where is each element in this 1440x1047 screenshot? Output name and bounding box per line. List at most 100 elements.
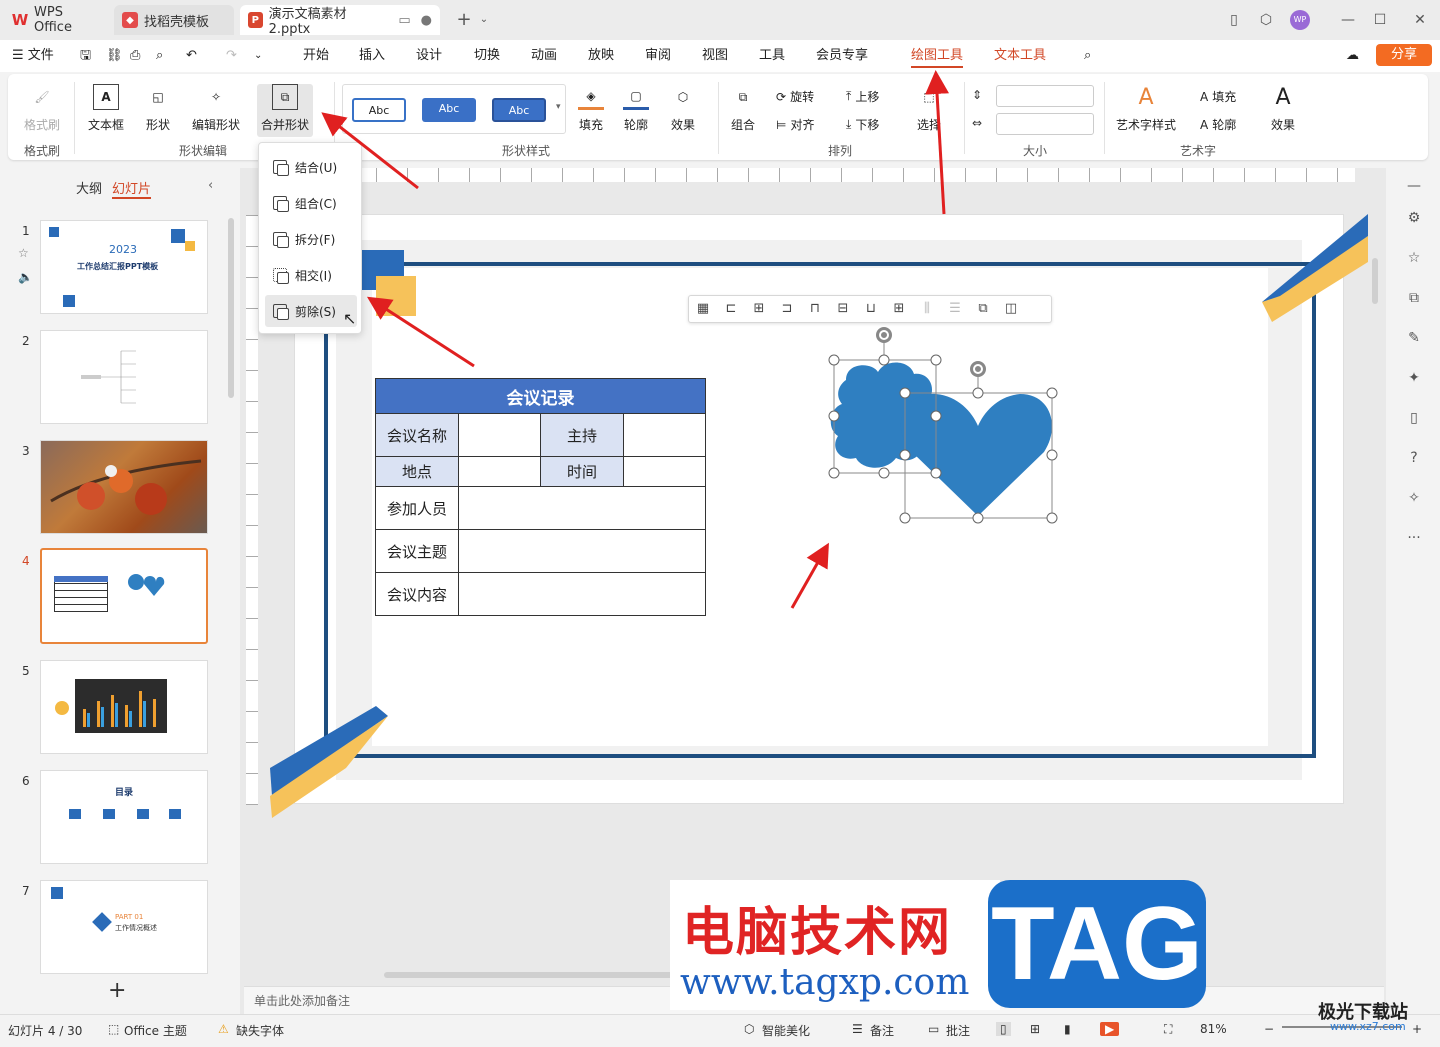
menu-item-fragment[interactable]: 拆分(F): [265, 223, 357, 255]
table-cell[interactable]: 会议名称: [375, 413, 459, 457]
move-up-button[interactable]: ⤒ 上移: [846, 88, 879, 105]
table-cell[interactable]: 参加人员: [375, 486, 459, 530]
book-icon[interactable]: ▯: [1404, 408, 1424, 428]
more-layout-icon[interactable]: ◫: [1001, 300, 1021, 318]
table-cell[interactable]: [458, 529, 706, 573]
align-right-icon[interactable]: ⊐: [777, 300, 797, 318]
slide-thumbnail-4[interactable]: [40, 548, 208, 644]
theme-name[interactable]: Office 主题: [124, 1022, 187, 1039]
play-icon[interactable]: ▶: [1100, 1022, 1120, 1036]
table-cell[interactable]: 主持: [540, 413, 624, 457]
save-icon[interactable]: 🖫: [80, 46, 91, 68]
align-menu-icon[interactable]: ▦: [693, 300, 713, 318]
table-cell[interactable]: [458, 413, 541, 457]
new-tab-button[interactable]: +: [454, 10, 474, 30]
design-icon[interactable]: ✎: [1404, 328, 1424, 348]
missing-font[interactable]: 缺失字体: [236, 1022, 284, 1039]
table-cell[interactable]: [623, 413, 706, 457]
undo-icon[interactable]: ↶: [186, 46, 197, 68]
tab-template[interactable]: ◆ 找稻壳模板: [114, 5, 234, 35]
slide-thumbnail-3[interactable]: [40, 440, 208, 534]
menu-item-intersect[interactable]: 相交(I): [265, 259, 357, 291]
distribute-grid-icon[interactable]: ⊞: [889, 300, 909, 318]
collapse-panel-icon[interactable]: ‹: [208, 178, 213, 193]
align-button[interactable]: ⊨ 对齐: [776, 116, 814, 133]
panel-scrollbar[interactable]: [228, 218, 234, 398]
table-title[interactable]: 会议记录: [375, 378, 706, 414]
style-sample-fill-dark[interactable]: Abc: [492, 98, 546, 122]
edit-shape-button[interactable]: ✧ 编辑形状: [192, 84, 240, 133]
align-bottom-icon[interactable]: ⊔: [861, 300, 881, 318]
tab-outline[interactable]: 大纲: [76, 178, 102, 197]
star-icon[interactable]: ☆: [18, 246, 29, 260]
cloud-icon[interactable]: ☁: [1346, 46, 1359, 68]
slide-sorter-icon[interactable]: ⊞: [1030, 1022, 1040, 1036]
menu-home[interactable]: 开始: [303, 46, 329, 68]
group-icon[interactable]: ⧉: [973, 300, 993, 318]
slide-thumbnail-6[interactable]: 目录: [40, 770, 208, 864]
fit-window-icon[interactable]: ⛶: [1164, 1022, 1172, 1037]
menu-insert[interactable]: 插入: [359, 46, 385, 68]
more-icon[interactable]: ···: [1404, 528, 1424, 548]
zoom-level[interactable]: 81%: [1200, 1022, 1227, 1036]
close-icon[interactable]: ✕: [1410, 10, 1430, 30]
align-top-icon[interactable]: ⊓: [805, 300, 825, 318]
menu-view[interactable]: 视图: [702, 46, 728, 68]
reading-view-icon[interactable]: ▮: [1064, 1022, 1071, 1036]
slide-thumbnail-5[interactable]: [40, 660, 208, 754]
move-down-button[interactable]: ⤓ 下移: [846, 116, 879, 133]
maximize-icon[interactable]: ☐: [1370, 10, 1390, 30]
fill-button[interactable]: ◈ 填充: [578, 84, 604, 133]
menu-member[interactable]: 会员专享: [816, 46, 868, 68]
effect-button[interactable]: ⬡ 效果: [670, 84, 696, 133]
slide-thumbnail-1[interactable]: 2023 工作总结汇报PPT模板: [40, 220, 208, 314]
art-effect-button[interactable]: A 效果: [1270, 84, 1296, 133]
notes-button[interactable]: 备注: [870, 1022, 894, 1039]
height-input[interactable]: [996, 85, 1094, 107]
width-input[interactable]: [996, 113, 1094, 135]
collapse-icon[interactable]: —: [1404, 176, 1424, 196]
comments-button[interactable]: 批注: [946, 1022, 970, 1039]
vertical-scrollbar[interactable]: [1372, 258, 1378, 304]
art-style-button[interactable]: A 艺术字样式: [1116, 84, 1176, 133]
rotate-button[interactable]: ⟳ 旋转: [776, 88, 814, 105]
print-preview-icon[interactable]: ⌕: [156, 46, 163, 68]
monitor-icon[interactable]: ▭: [398, 13, 410, 28]
outline-button[interactable]: ▢ 轮廓: [623, 84, 649, 133]
zoom-out-icon[interactable]: −: [1264, 1022, 1274, 1036]
select-button[interactable]: ⬚ 选择: [916, 84, 942, 133]
avatar[interactable]: WP: [1290, 10, 1310, 30]
tab-slides[interactable]: 幻灯片: [112, 178, 152, 199]
share-gift-icon[interactable]: ✧: [1404, 488, 1424, 508]
table-cell[interactable]: 会议内容: [375, 572, 459, 616]
menu-animation[interactable]: 动画: [531, 46, 557, 68]
distribute-vertical-icon[interactable]: ☰: [945, 300, 965, 318]
tab-wps-office[interactable]: W WPS Office: [4, 5, 108, 35]
redo-icon[interactable]: ↷: [226, 46, 237, 68]
art-fill-button[interactable]: A 填充: [1200, 88, 1236, 105]
menu-tools[interactable]: 工具: [759, 46, 785, 68]
distribute-horizontal-icon[interactable]: ⫼: [917, 300, 937, 318]
link-icon[interactable]: ⛓: [106, 46, 123, 68]
layout-icon[interactable]: ▯: [1224, 10, 1244, 30]
menu-item-combine[interactable]: 组合(C): [265, 187, 357, 219]
table-cell[interactable]: [458, 456, 541, 487]
quick-access-dropdown-icon[interactable]: ⌄: [254, 46, 262, 68]
share-button[interactable]: 分享: [1376, 44, 1432, 66]
menu-file[interactable]: ☰ 文件: [12, 46, 54, 68]
shape-button[interactable]: ◱ 形状: [145, 84, 171, 133]
magic-icon[interactable]: ✦: [1404, 368, 1424, 388]
tab-document[interactable]: P 演示文稿素材2.pptx ▭ ●: [240, 5, 440, 37]
table-cell[interactable]: 时间: [540, 456, 624, 487]
align-middle-icon[interactable]: ⊟: [833, 300, 853, 318]
search-icon[interactable]: ⌕: [1084, 46, 1091, 68]
style-sample-fill[interactable]: Abc: [422, 98, 476, 122]
cube-icon[interactable]: ⬡: [1256, 10, 1276, 30]
table-cell[interactable]: [623, 456, 706, 487]
menu-review[interactable]: 审阅: [645, 46, 671, 68]
print-icon[interactable]: ⎙: [130, 46, 140, 68]
normal-view-icon[interactable]: ▯: [996, 1022, 1011, 1036]
audio-icon[interactable]: 🔈: [18, 270, 33, 284]
add-slide-button[interactable]: +: [108, 978, 126, 1003]
slide-thumbnail-7[interactable]: PART 01 工作情况概述: [40, 880, 208, 974]
